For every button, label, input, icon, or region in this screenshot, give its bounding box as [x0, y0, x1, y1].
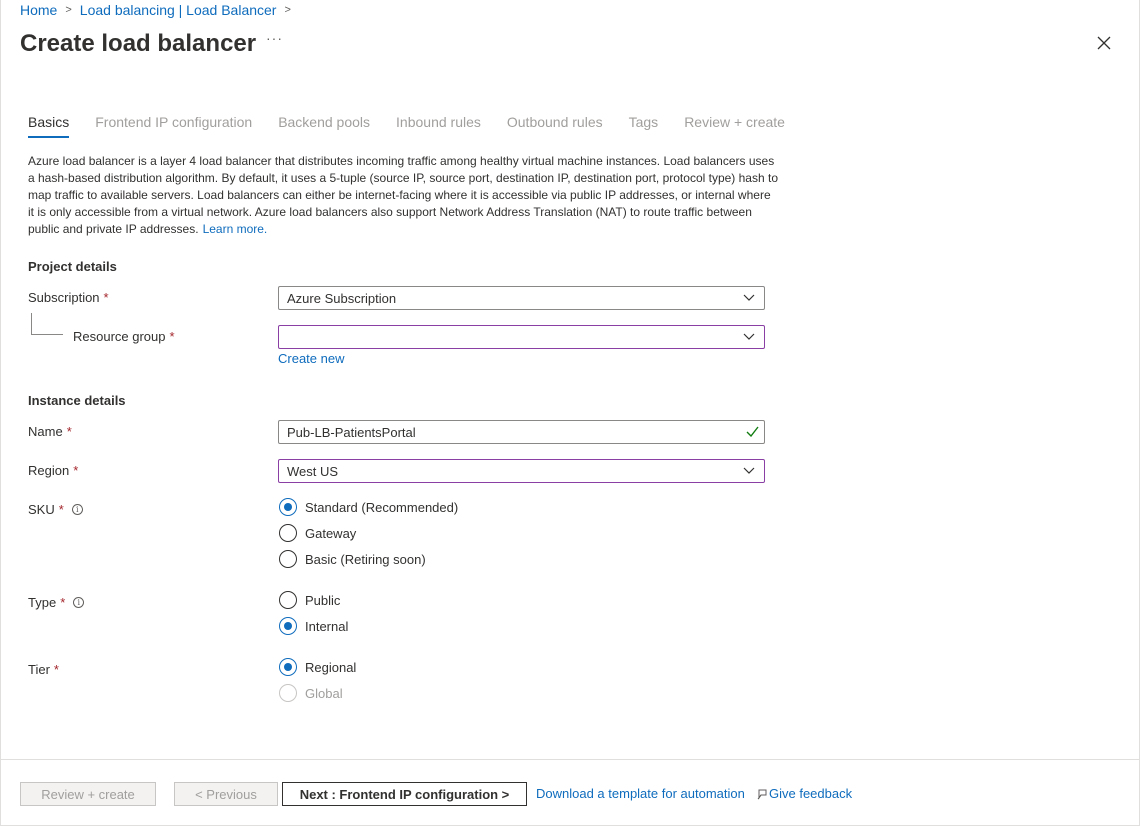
breadcrumb-home[interactable]: Home: [20, 2, 57, 18]
type-label: Type * i: [28, 595, 85, 610]
previous-button[interactable]: < Previous: [174, 782, 278, 806]
name-value: Pub-LB-PatientsPortal: [287, 424, 416, 440]
sku-radio-standard[interactable]: Standard (Recommended): [279, 498, 458, 516]
tab-tags[interactable]: Tags: [629, 114, 659, 138]
tier-label: Tier *: [28, 662, 59, 677]
review-create-button[interactable]: Review + create: [20, 782, 156, 806]
download-template-link[interactable]: Download a template for automation: [536, 786, 745, 801]
tier-label-text: Tier: [28, 662, 50, 677]
name-label: Name *: [28, 424, 72, 439]
type-radio-internal[interactable]: Internal: [279, 617, 348, 635]
name-input[interactable]: Pub-LB-PatientsPortal: [278, 420, 765, 444]
create-new-link[interactable]: Create new: [278, 351, 344, 366]
chevron-down-icon: [743, 294, 755, 301]
resource-group-label: Resource group *: [73, 329, 175, 344]
sku-radio-basic[interactable]: Basic (Retiring soon): [279, 550, 426, 568]
give-feedback-label: Give feedback: [769, 786, 853, 801]
project-details-heading: Project details: [28, 259, 117, 274]
sku-radio-label: Gateway: [305, 525, 357, 541]
tab-inbound-rules[interactable]: Inbound rules: [396, 114, 481, 138]
sku-radio-gateway[interactable]: Gateway: [279, 524, 356, 542]
required-marker: *: [66, 424, 72, 439]
give-feedback-link[interactable]: Give feedback: [757, 786, 852, 801]
feedback-icon: [757, 789, 767, 800]
learn-more-link[interactable]: Learn more.: [203, 222, 268, 236]
breadcrumb-load-balancing[interactable]: Load balancing | Load Balancer: [80, 2, 277, 18]
checkmark-icon: [746, 426, 759, 437]
region-label-text: Region: [28, 463, 70, 478]
tab-backend-pools[interactable]: Backend pools: [278, 114, 370, 138]
close-icon[interactable]: [1096, 35, 1112, 51]
tier-radio-label: Regional: [305, 659, 357, 675]
chevron-down-icon: [743, 333, 755, 340]
radio-unselected-icon: [279, 591, 297, 609]
chevron-right-icon: >: [65, 4, 72, 16]
subscription-label-text: Subscription: [28, 290, 100, 305]
subscription-value: Azure Subscription: [287, 290, 397, 306]
tree-connector: [31, 313, 63, 335]
tab-outbound-rules[interactable]: Outbound rules: [507, 114, 603, 138]
required-marker: *: [103, 290, 109, 305]
tab-review-create[interactable]: Review + create: [684, 114, 785, 138]
tier-radio-global: Global: [279, 684, 343, 702]
required-marker: *: [53, 662, 59, 677]
subscription-label: Subscription *: [28, 290, 109, 305]
tab-bar: Basics Frontend IP configuration Backend…: [28, 114, 811, 138]
radio-unselected-icon: [279, 524, 297, 542]
breadcrumb: Home > Load balancing | Load Balancer >: [20, 2, 299, 18]
required-marker: *: [73, 463, 79, 478]
description: Azure load balancer is a layer 4 load ba…: [28, 153, 778, 238]
type-radio-label: Internal: [305, 618, 349, 634]
page-title: Create load balancer: [20, 30, 257, 57]
sku-label-text: SKU: [28, 502, 55, 517]
resource-group-dropdown[interactable]: [278, 325, 765, 349]
required-marker: *: [169, 329, 175, 344]
type-radio-label: Public: [305, 592, 341, 608]
subscription-dropdown[interactable]: Azure Subscription: [278, 286, 765, 310]
radio-unselected-icon: [279, 550, 297, 568]
radio-selected-icon: [279, 498, 297, 516]
sku-label: SKU * i: [28, 502, 83, 517]
type-label-text: Type: [28, 595, 57, 610]
chevron-down-icon: [743, 467, 755, 474]
type-radio-public[interactable]: Public: [279, 591, 340, 609]
region-value: West US: [287, 463, 339, 479]
name-label-text: Name: [28, 424, 63, 439]
footer-divider: [0, 759, 1140, 760]
tab-frontend-ip-configuration[interactable]: Frontend IP configuration: [95, 114, 252, 138]
tab-basics[interactable]: Basics: [28, 114, 70, 138]
chevron-right-icon: >: [284, 4, 291, 16]
radio-selected-icon: [279, 658, 297, 676]
radio-disabled-icon: [279, 684, 297, 702]
region-label: Region *: [28, 463, 78, 478]
tier-radio-regional[interactable]: Regional: [279, 658, 356, 676]
sku-radio-label: Basic (Retiring soon): [305, 551, 426, 567]
required-marker: *: [58, 502, 64, 517]
description-text: Azure load balancer is a layer 4 load ba…: [28, 154, 778, 236]
next-button[interactable]: Next : Frontend IP configuration >: [282, 782, 527, 806]
info-icon[interactable]: i: [71, 504, 83, 515]
region-dropdown[interactable]: West US: [278, 459, 765, 483]
resource-group-label-text: Resource group: [73, 329, 166, 344]
more-options-button[interactable]: ···: [266, 30, 283, 46]
sku-radio-label: Standard (Recommended): [305, 499, 459, 515]
required-marker: *: [60, 595, 66, 610]
tier-radio-label: Global: [305, 685, 343, 701]
radio-selected-icon: [279, 617, 297, 635]
info-icon[interactable]: i: [73, 597, 85, 608]
instance-details-heading: Instance details: [28, 393, 126, 408]
